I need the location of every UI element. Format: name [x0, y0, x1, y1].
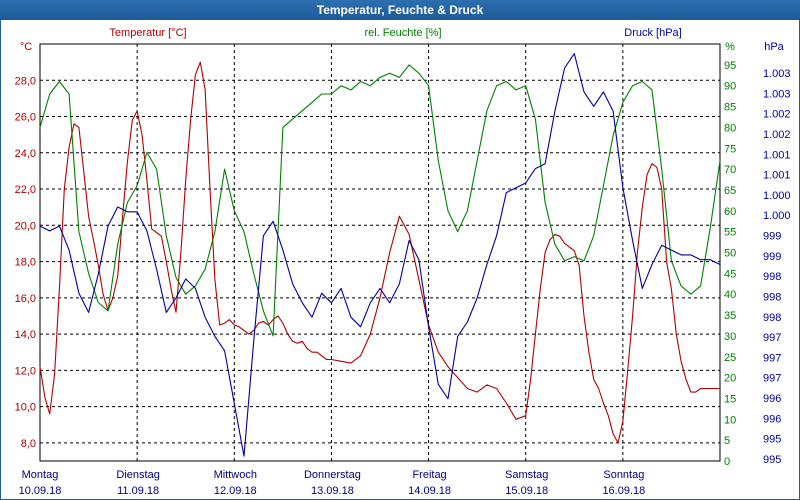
x-date-label: 10.09.18: [19, 485, 62, 497]
humidity-tick-label: 25: [724, 352, 736, 364]
pressure-tick-label: 996: [763, 413, 781, 425]
humidity-tick-label: 55: [724, 227, 736, 239]
pressure-tick-label: 1.002: [763, 129, 791, 141]
humidity-tick-label: 95: [724, 60, 736, 72]
humidity-tick-label: 40: [724, 289, 736, 301]
pressure-axis-label: Druck [hPa]: [624, 27, 681, 39]
x-day-label: Mittwoch: [214, 469, 257, 481]
x-day-label: Freitag: [412, 469, 446, 481]
humidity-tick-label: 10: [724, 414, 736, 426]
humidity-tick-label: 65: [724, 185, 736, 197]
humidity-axis-unit: %: [725, 41, 735, 53]
x-date-label: 15.09.18: [505, 485, 548, 497]
pressure-tick-label: 995: [763, 434, 781, 446]
temp-tick-label: 20,0: [15, 220, 36, 232]
pressure-tick-label: 998: [763, 271, 781, 283]
x-day-label: Montag: [22, 469, 59, 481]
pressure-tick-label: 1.001: [763, 149, 791, 161]
humidity-tick-label: 15: [724, 393, 736, 405]
pressure-tick-label: 997: [763, 352, 781, 364]
pressure-tick-label: 998: [763, 291, 781, 303]
x-date-label: 13.09.18: [311, 485, 354, 497]
temp-tick-label: 24,0: [15, 148, 36, 160]
humidity-tick-label: 50: [724, 248, 736, 260]
pressure-tick-label: 1.002: [763, 109, 791, 121]
temp-tick-label: 22,0: [15, 184, 36, 196]
pressure-tick-label: 1.003: [763, 88, 791, 100]
pressure-axis-unit: hPa: [764, 41, 784, 53]
temp-axis-unit: °C: [20, 41, 32, 53]
pressure-tick-label: 998: [763, 312, 781, 324]
temp-tick-label: 8,0: [21, 438, 36, 450]
humidity-tick-label: 30: [724, 331, 736, 343]
humidity-axis-label: rel. Feuchte [%]: [364, 27, 441, 39]
temp-tick-label: 10,0: [15, 402, 36, 414]
x-date-label: 16.09.18: [602, 485, 645, 497]
x-axis-labels: Montag 10.09.18 Dienstag 11.09.18 Mittwoch 12…: [19, 469, 646, 497]
x-date-label: 14.09.18: [408, 485, 451, 497]
x-day-label: Sonntag: [603, 469, 644, 481]
temp-tick-label: 28,0: [15, 75, 36, 87]
humidity-tick-label: 20: [724, 373, 736, 385]
x-day-label: Donnerstag: [304, 469, 361, 481]
pressure-tick-label: 1.003: [763, 68, 791, 80]
x-date-label: 12.09.18: [214, 485, 257, 497]
pressure-tick-label: 1.000: [763, 190, 791, 202]
humidity-tick-label: 85: [724, 102, 736, 114]
temp-tick-label: 16,0: [15, 293, 36, 305]
humidity-tick-label: 35: [724, 310, 736, 322]
humidity-tick-label: 45: [724, 268, 736, 280]
x-day-label: Samstag: [505, 469, 548, 481]
pressure-tick-label: 996: [763, 393, 781, 405]
x-day-label: Dienstag: [116, 469, 159, 481]
temp-tick-label: 26,0: [15, 112, 36, 124]
grid: [40, 44, 720, 461]
series-line-2: [39, 53, 721, 457]
pressure-tick-label: 999: [763, 251, 781, 263]
humidity-tick-label: 80: [724, 122, 736, 134]
pressure-tick-label: 995: [763, 454, 781, 466]
series-lines: [39, 53, 721, 457]
pressure-tick-label: 1.000: [763, 210, 791, 222]
axes: [39, 43, 721, 462]
humidity-tick-label: 75: [724, 143, 736, 155]
temp-axis-label: Temperatur [°C]: [109, 27, 186, 39]
temp-tick-label: 12,0: [15, 365, 36, 377]
pressure-tick-label: 1.001: [763, 170, 791, 182]
x-date-label: 11.09.18: [117, 485, 159, 497]
humidity-tick-label: 90: [724, 81, 736, 93]
pressure-tick-label: 997: [763, 332, 781, 344]
temp-tick-label: 18,0: [15, 257, 36, 269]
chart-canvas: °C Temperatur [°C] rel. Feuchte [%] Druc…: [15, 27, 791, 497]
pressure-tick-label: 997: [763, 373, 781, 385]
pressure-tick-label: 999: [763, 231, 781, 243]
humidity-tick-label: 60: [724, 206, 736, 218]
humidity-tick-label: 5: [724, 435, 730, 447]
temp-tick-label: 14,0: [15, 329, 36, 341]
humidity-tick-label: 70: [724, 164, 736, 176]
humidity-tick-label: 0: [724, 456, 730, 468]
plot-border: [39, 43, 721, 462]
